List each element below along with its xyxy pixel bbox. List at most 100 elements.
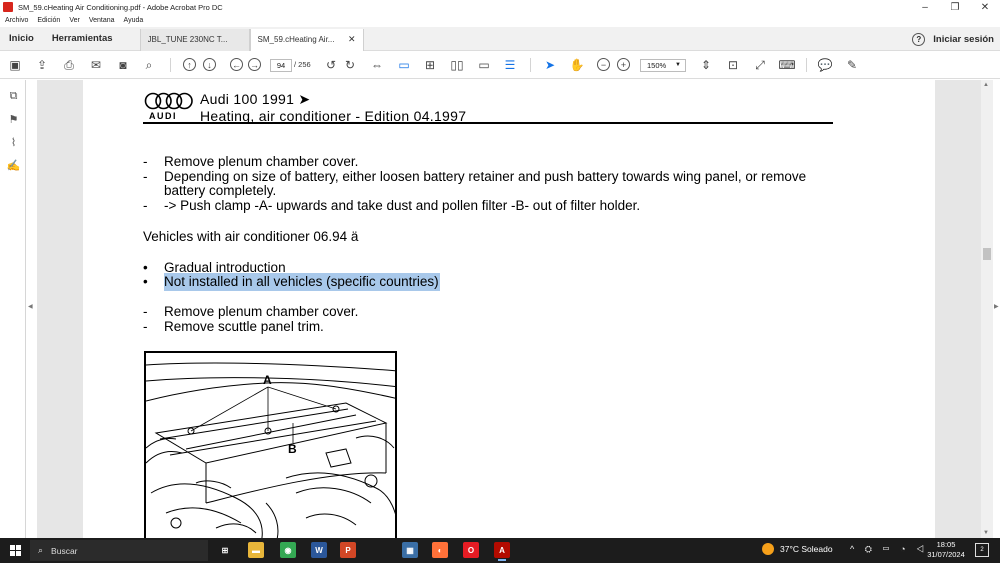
menu-bar: Archivo Edición Ver Ventana Ayuda (0, 14, 1000, 26)
screenshot-icon[interactable]: ◙ (114, 56, 132, 74)
search-icon: ⌕ (38, 545, 44, 555)
hand-tool-icon[interactable]: ✋ (568, 56, 586, 74)
tab-tools[interactable]: Herramientas (43, 33, 122, 44)
menu-edicion[interactable]: Edición (37, 17, 60, 24)
doc-header-title: Audi 100 1991 ➤ (200, 91, 311, 107)
windows-taskbar: ⌕ Buscar ⊞ ▬ ◉ W P ▦ ◐ O A 37°C Soleado ^ ⛭ ▭ ◔ … (0, 538, 1000, 563)
pages-thumbnail-icon[interactable]: ⧉ (7, 90, 20, 103)
reading-mode-icon[interactable]: ☰ (501, 56, 519, 74)
comment-icon[interactable]: 💬 (816, 56, 834, 74)
doc-tab-sm59[interactable]: SM_59.cHeating Air... ✕ (249, 28, 364, 51)
left-navigation-rail: ⧉ ⚑ ⌇ ✍ (0, 80, 26, 538)
zoom-out-icon[interactable]: − (597, 58, 610, 71)
keyboard-icon[interactable]: ⌨ (778, 56, 796, 74)
taskbar-app-chrome-icon[interactable]: ◉ (280, 542, 296, 558)
toolbar: ▣ ⇪ ⎙ ✉ ◙ ⌕ ↑ ↓ ← → 94 / 256 ↺ ↻ ⇔ ▭ ⊞ ▯… (0, 51, 1000, 79)
menu-ventana[interactable]: Ventana (89, 17, 115, 24)
close-window-button[interactable]: ✕ (970, 0, 1000, 14)
doc-tab-label: SM_59.cHeating Air... (257, 35, 335, 44)
weather-widget[interactable]: 37°C Soleado (762, 543, 833, 555)
zoom-in-icon[interactable]: + (617, 58, 630, 71)
taskbar-app-task-view-icon[interactable]: ⊞ (217, 542, 233, 558)
rotate-ccw-icon[interactable]: ↺ (322, 56, 340, 74)
menu-archivo[interactable]: Archivo (5, 17, 28, 24)
taskbar-app-powerpoint-icon[interactable]: P (340, 542, 356, 558)
maximize-button[interactable]: ❐ (940, 0, 970, 14)
notification-center-icon[interactable]: 2 (975, 543, 989, 557)
sun-icon (762, 543, 774, 555)
zoom-level-select[interactable]: 150% ▼ (640, 59, 686, 72)
scroll-down-icon[interactable]: ▼ (983, 530, 989, 536)
single-page-icon[interactable]: ▭ (395, 56, 413, 74)
document-viewport[interactable]: AUDI Audi 100 1991 ➤ Heating, air condit… (37, 80, 981, 538)
highlight-pen-icon[interactable]: ✎ (843, 56, 861, 74)
step-bullet: - (143, 198, 148, 213)
select-cursor-icon[interactable]: ➤ (541, 56, 559, 74)
highlighted-list-item[interactable]: Not installed in all vehicles (specific … (164, 273, 440, 291)
bookmark-icon[interactable]: ⚑ (7, 113, 20, 126)
zoom-level-value: 150% (647, 61, 667, 70)
list-bullet: • (143, 274, 148, 289)
brand-wordmark: AUDI (149, 111, 177, 121)
windows-start-icon[interactable] (10, 545, 21, 556)
clock[interactable]: 18:05 31/07/2024 (926, 540, 966, 560)
upload-cloud-icon[interactable]: ⇪ (33, 56, 51, 74)
audi-rings-logo (144, 92, 193, 110)
close-tab-icon[interactable]: ✕ (348, 34, 356, 45)
actual-size-icon[interactable]: ⊡ (724, 56, 742, 74)
figure-label-b: B (288, 442, 297, 456)
menu-ayuda[interactable]: Ayuda (124, 17, 144, 24)
email-icon[interactable]: ✉ (87, 56, 105, 74)
doc-tab-jbl[interactable]: JBL_TUNE 230NC T... (139, 28, 250, 51)
signin-link[interactable]: Iniciar sesión (933, 34, 994, 45)
help-icon[interactable]: ? (912, 32, 926, 46)
menu-ver[interactable]: Ver (69, 17, 80, 24)
next-page-icon[interactable]: ↓ (203, 58, 216, 71)
step-text: Remove plenum chamber cover. (164, 304, 359, 319)
search-icon[interactable]: ⌕ (140, 56, 158, 74)
forward-view-icon[interactable]: → (248, 58, 261, 71)
taskbar-app-acrobat-icon[interactable]: A (494, 542, 510, 561)
scrollbar-thumb[interactable] (983, 248, 991, 260)
two-page-scroll-icon[interactable]: ⊞ (421, 56, 439, 74)
engine-bay-figure: A B (144, 351, 397, 538)
taskbar-app-firefox-icon[interactable]: ◐ (432, 542, 448, 558)
minimize-button[interactable]: – (910, 0, 940, 14)
system-tray-icons[interactable]: ^ ⛭ ▭ ◔ ◁ (850, 544, 928, 555)
rotate-cw-icon[interactable]: ↻ (341, 56, 359, 74)
window-title: SM_59.cHeating Air Conditioning.pdf - Ad… (18, 2, 223, 12)
taskbar-app-opera-icon[interactable]: O (463, 542, 479, 558)
save-icon[interactable]: ▣ (6, 56, 24, 74)
signature-icon[interactable]: ✍ (7, 159, 21, 172)
step-bullet: - (143, 154, 148, 169)
page-total: / 256 (294, 60, 311, 69)
step-bullet: - (143, 304, 148, 319)
tab-bar: Inicio Herramientas JBL_TUNE 230NC T... … (0, 27, 1000, 51)
taskbar-app-calculator-icon[interactable]: ▦ (402, 542, 418, 558)
scroll-up-icon[interactable]: ▲ (983, 82, 989, 88)
list-bullet: • (143, 260, 148, 275)
page-number-input[interactable]: 94 (270, 59, 292, 72)
attachment-icon[interactable]: ⌇ (7, 136, 20, 149)
tab-home[interactable]: Inicio (0, 33, 43, 44)
print-icon[interactable]: ⎙ (60, 56, 78, 74)
taskbar-app-word-icon[interactable]: W (311, 542, 327, 558)
step-text-continued: battery completely. (164, 183, 277, 198)
title-bar: SM_59.cHeating Air Conditioning.pdf - Ad… (0, 0, 1000, 14)
taskbar-search[interactable]: ⌕ Buscar (30, 540, 208, 561)
left-panel-collapse-icon[interactable]: ◀ (28, 303, 33, 310)
step-text: Depending on size of battery, either loo… (164, 169, 807, 184)
taskbar-app-file-explorer-icon[interactable]: ▬ (248, 542, 264, 558)
fit-width-icon[interactable]: ⇔ (368, 56, 386, 74)
presentation-icon[interactable]: ▭ (475, 56, 493, 74)
previous-page-icon[interactable]: ↑ (183, 58, 196, 71)
back-view-icon[interactable]: ← (230, 58, 243, 71)
pdf-page: AUDI Audi 100 1991 ➤ Heating, air condit… (83, 80, 935, 538)
two-page-view-icon[interactable]: ▯▯ (448, 56, 466, 74)
clock-date: 31/07/2024 (927, 550, 965, 559)
right-panel-expand-icon[interactable]: ▶ (994, 303, 999, 310)
line-drawing: A B (146, 362, 395, 538)
vertical-scrollbar[interactable]: ▲ ▼ (981, 80, 993, 538)
full-screen-icon[interactable]: ⤢ (751, 56, 769, 74)
fit-page-icon[interactable]: ⇕ (697, 56, 715, 74)
